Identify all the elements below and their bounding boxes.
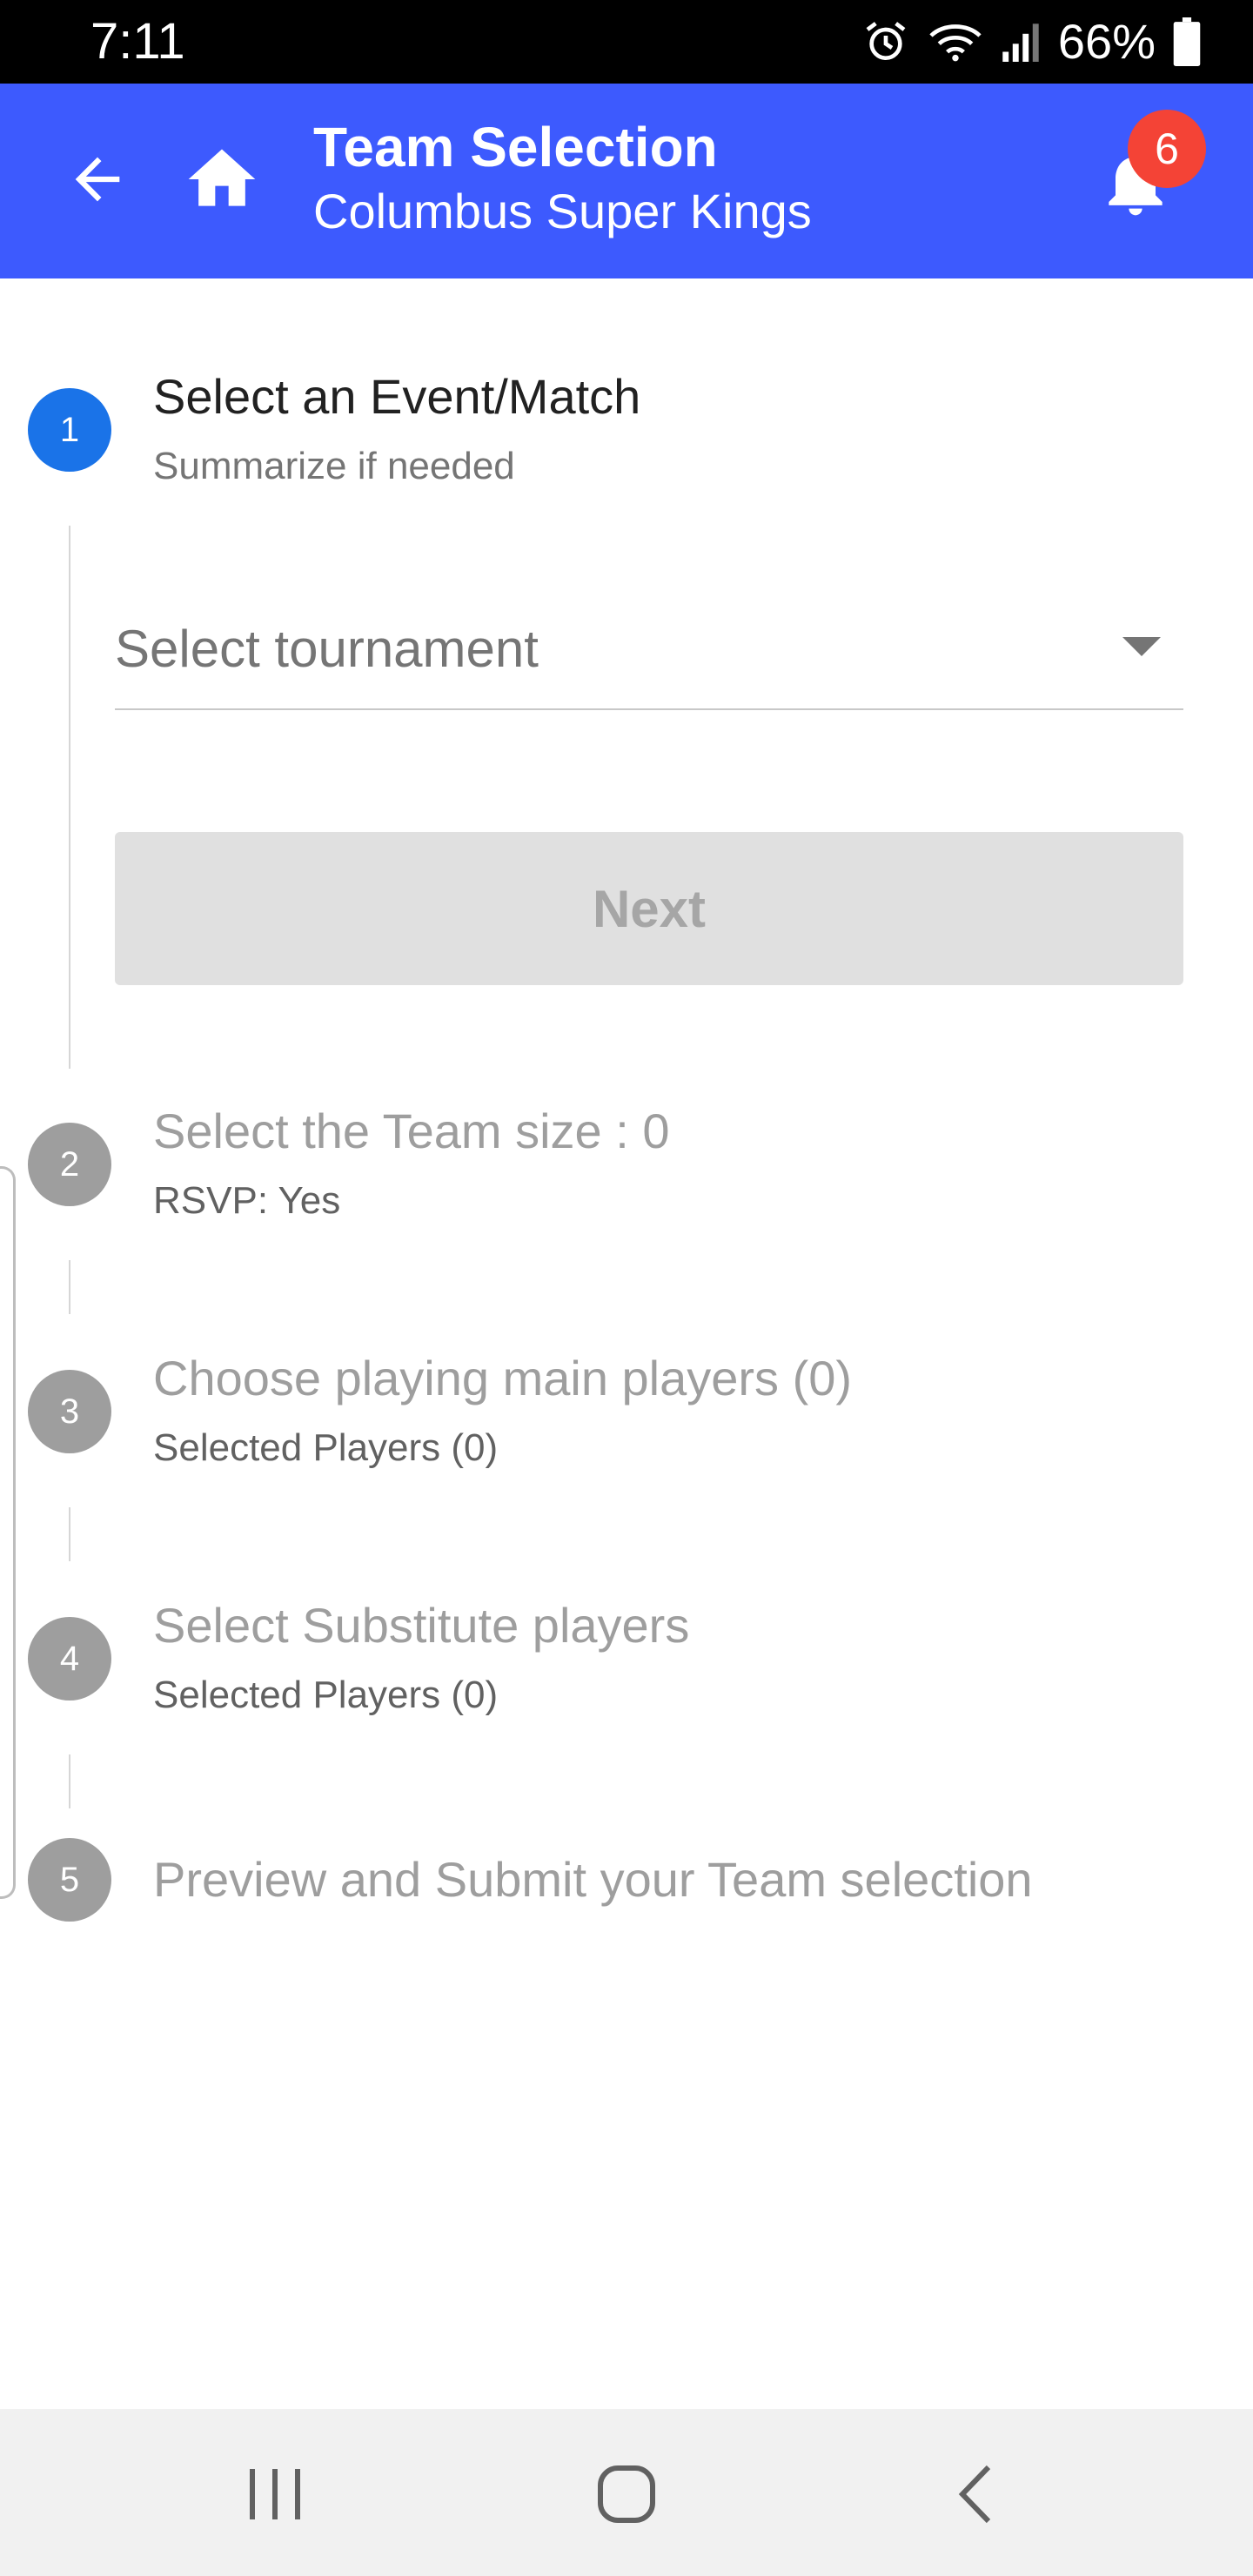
battery-icon xyxy=(1173,17,1201,66)
alarm-icon xyxy=(861,17,910,66)
status-time: 7:11 xyxy=(90,13,185,70)
step-3-subtitle: Selected Players (0) xyxy=(153,1426,499,1469)
tournament-select[interactable]: Select tournament xyxy=(115,600,1183,710)
step-5-indicator[interactable]: 5 xyxy=(28,1838,111,1922)
step-4-title[interactable]: Select Substitute players xyxy=(153,1596,689,1655)
notification-badge: 6 xyxy=(1128,110,1206,188)
step-2-indicator[interactable]: 2 xyxy=(28,1123,111,1206)
tournament-select-placeholder: Select tournament xyxy=(115,620,539,678)
team-name: Columbus Super Kings xyxy=(313,184,812,238)
back-chevron-icon xyxy=(954,2464,995,2529)
status-icons: 66% xyxy=(861,12,1201,71)
step-1-title[interactable]: Select an Event/Match xyxy=(153,367,640,426)
back-arrow-icon xyxy=(64,146,131,217)
step-3-title[interactable]: Choose playing main players (0) xyxy=(153,1349,852,1408)
recent-apps-icon xyxy=(245,2465,305,2527)
step-3-indicator[interactable]: 3 xyxy=(28,1370,111,1453)
system-nav-bar xyxy=(0,2409,1253,2576)
step-connector xyxy=(69,526,70,1069)
step-connector xyxy=(69,1507,70,1561)
step-connector xyxy=(69,1260,70,1314)
system-back-button[interactable] xyxy=(922,2444,1027,2548)
step-1-indicator[interactable]: 1 xyxy=(28,388,111,472)
app-bar: Team Selection Columbus Super Kings 6 xyxy=(0,84,1253,278)
home-icon xyxy=(182,139,262,224)
battery-percent: 66% xyxy=(1057,14,1156,69)
wifi-icon xyxy=(928,17,983,66)
step-5-title[interactable]: Preview and Submit your Team selection xyxy=(153,1850,1033,1909)
home-circle-icon xyxy=(595,2463,658,2530)
dropdown-arrow-icon xyxy=(1122,637,1161,662)
step-4-subtitle: Selected Players (0) xyxy=(153,1674,499,1716)
side-panel-handle[interactable] xyxy=(0,1166,16,1899)
page-title: Team Selection xyxy=(313,116,718,178)
next-button[interactable]: Next xyxy=(115,832,1183,985)
step-connector xyxy=(69,1754,70,1808)
step-2-subtitle: RSVP: Yes xyxy=(153,1179,341,1222)
home-button[interactable] xyxy=(174,136,270,226)
signal-icon xyxy=(1001,17,1041,66)
step-2-title[interactable]: Select the Team size : 0 xyxy=(153,1102,670,1161)
recent-apps-button[interactable] xyxy=(223,2444,327,2548)
step-4-indicator[interactable]: 4 xyxy=(28,1617,111,1701)
back-button[interactable] xyxy=(52,136,143,226)
status-bar: 7:11 66% xyxy=(0,0,1253,84)
system-home-button[interactable] xyxy=(574,2444,679,2548)
step-1-subtitle: Summarize if needed xyxy=(153,445,515,487)
